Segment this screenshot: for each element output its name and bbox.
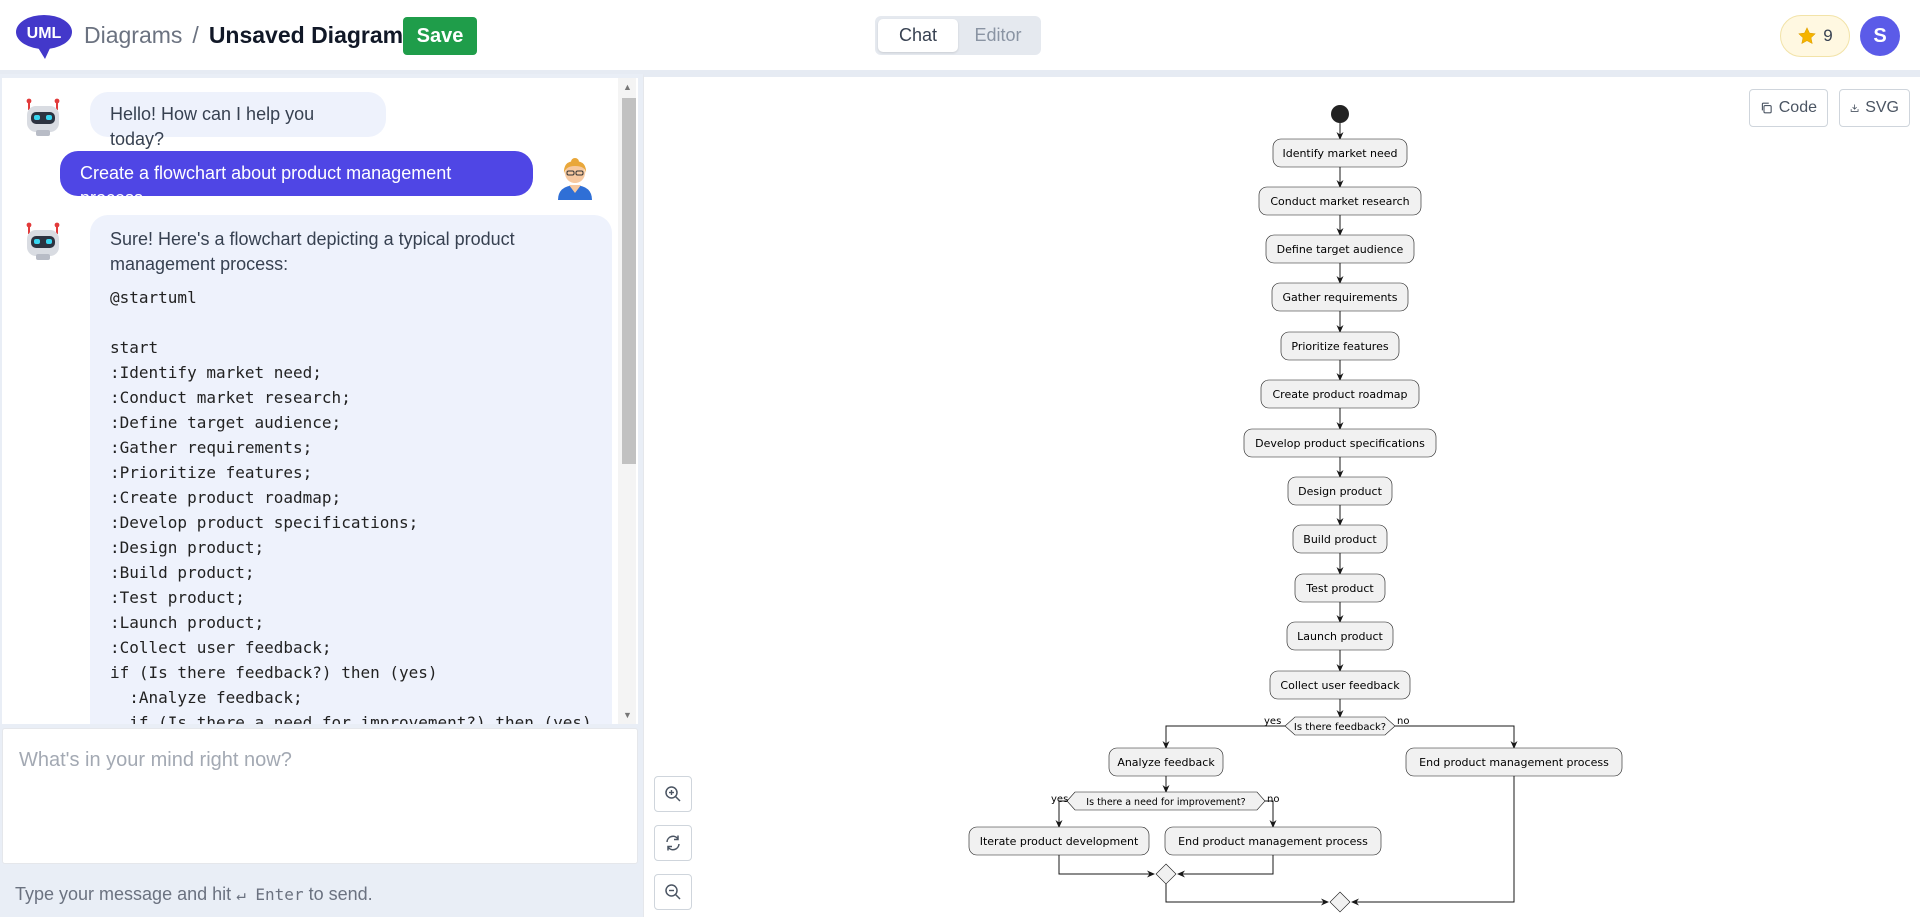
scroll-down-arrow-icon[interactable]: ▼ [623, 710, 632, 720]
edge [1395, 725, 1518, 749]
enter-key-hint: ↵ Enter [236, 885, 304, 904]
merge-node [1329, 891, 1351, 913]
step-node: End product management process [1164, 826, 1382, 856]
star-icon [1798, 27, 1817, 45]
step-node: Test product [1294, 573, 1386, 603]
step-node: Create product roadmap [1260, 379, 1420, 409]
decision-no-label: no [1397, 716, 1409, 727]
svg-text:Prioritize features: Prioritize features [1291, 340, 1388, 353]
bot-avatar-icon [26, 98, 60, 136]
chat-scrollbar[interactable]: ▲ ▼ [618, 78, 636, 724]
breadcrumb: Diagrams / Unsaved Diagram [84, 22, 403, 49]
breadcrumb-diagrams-link[interactable]: Diagrams [84, 22, 182, 49]
step-node: Identify market need [1272, 138, 1408, 168]
hint-text-before: Type your message and hit [15, 884, 232, 904]
svg-text:Launch product: Launch product [1297, 630, 1383, 643]
decision-node: Is there a need for improvement? [1066, 791, 1266, 811]
save-button[interactable]: Save [403, 17, 477, 55]
step-node: Gather requirements [1271, 282, 1409, 312]
flowchart: Identify market need Conduct market rese… [968, 105, 1623, 913]
edge [1058, 855, 1155, 878]
svg-text:Is there a need for improvemen: Is there a need for improvement? [1086, 797, 1245, 808]
view-toggle: Chat Editor [875, 16, 1041, 55]
svg-text:End product management process: End product management process [1419, 756, 1609, 769]
stars-count: 9 [1823, 26, 1833, 45]
step-node: Build product [1292, 524, 1388, 554]
uml-logo[interactable]: UML [15, 14, 73, 59]
svg-text:Create product roadmap: Create product roadmap [1272, 388, 1407, 401]
bot-message-text: Sure! Here's a flowchart depicting a typ… [110, 229, 515, 274]
step-node: Develop product specifications [1243, 428, 1437, 458]
code-block: @startuml start :Identify market need; :… [110, 288, 592, 724]
logo-text: UML [27, 25, 62, 42]
bot-avatar-icon [26, 222, 60, 260]
step-node: Design product [1287, 476, 1393, 506]
svg-text:Develop product specifications: Develop product specifications [1255, 437, 1425, 450]
svg-text:Is there feedback?: Is there feedback? [1294, 722, 1386, 733]
svg-text:Analyze feedback: Analyze feedback [1117, 756, 1215, 769]
svg-text:Iterate product development: Iterate product development [980, 835, 1139, 848]
step-node: Conduct market research [1258, 186, 1422, 216]
scroll-thumb[interactable] [622, 98, 636, 464]
edge [1162, 725, 1285, 749]
bot-message-with-code: Sure! Here's a flowchart depicting a typ… [90, 215, 612, 724]
scroll-up-arrow-icon[interactable]: ▲ [623, 82, 632, 92]
step-node: Analyze feedback [1108, 747, 1224, 777]
step-node: Prioritize features [1280, 331, 1400, 361]
svg-text:Conduct market research: Conduct market research [1270, 195, 1409, 208]
decision-node: Is there feedback? [1284, 716, 1396, 736]
svg-text:Design product: Design product [1298, 485, 1382, 498]
hint-text-after: to send. [308, 884, 373, 904]
step-node: Define target audience [1265, 234, 1415, 264]
step-node: Iterate product development [968, 826, 1150, 856]
chat-history[interactable]: Hello! How can I help you today? Create … [2, 78, 638, 724]
user-avatar[interactable]: S [1860, 16, 1900, 56]
svg-text:Define target audience: Define target audience [1277, 243, 1404, 256]
page-title[interactable]: Unsaved Diagram [209, 22, 403, 49]
user-message: Create a flowchart about product managem… [60, 151, 533, 208]
step-node: End product management process [1405, 747, 1623, 777]
svg-text:Test product: Test product [1305, 582, 1374, 595]
bot-message: Hello! How can I help you today? [90, 92, 386, 149]
send-hint: Type your message and hit ↵ Enter to sen… [15, 884, 373, 905]
decision-yes-label: yes [1051, 794, 1068, 805]
message-input[interactable] [3, 729, 637, 863]
step-node: Launch product [1286, 621, 1394, 651]
tab-chat[interactable]: Chat [878, 19, 958, 52]
svg-text:End product management process: End product management process [1178, 835, 1368, 848]
message-input-box [2, 728, 638, 864]
top-header: UML Diagrams / Unsaved Diagram Save Chat… [0, 0, 1920, 74]
edge [1165, 884, 1329, 906]
svg-text:Gather requirements: Gather requirements [1283, 291, 1398, 304]
svg-text:Collect user feedback: Collect user feedback [1280, 679, 1400, 692]
svg-text:Build product: Build product [1303, 533, 1377, 546]
stars-badge[interactable]: 9 [1780, 15, 1850, 57]
chat-panel: Hello! How can I help you today? Create … [0, 74, 643, 917]
step-node: Collect user feedback [1269, 670, 1411, 700]
svg-text:Identify market need: Identify market need [1282, 147, 1397, 160]
start-node [1331, 105, 1349, 123]
diagram-canvas[interactable]: Code SVG Identify market need Conduct ma… [643, 74, 1920, 917]
breadcrumb-separator: / [192, 22, 199, 48]
user-avatar-icon [558, 158, 592, 200]
decision-yes-label: yes [1264, 716, 1281, 727]
merge-node [1155, 863, 1177, 885]
tab-editor[interactable]: Editor [958, 19, 1038, 52]
edge [1177, 855, 1274, 878]
